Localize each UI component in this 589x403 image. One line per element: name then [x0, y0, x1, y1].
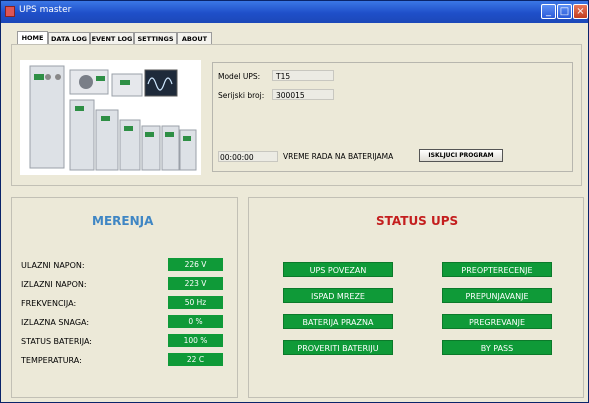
app-icon — [5, 6, 15, 17]
output-voltage-label: IZLAZNI NAPON: — [21, 280, 87, 289]
battery-time-field: 00:00:00 — [218, 151, 278, 162]
tab-home[interactable]: HOME — [17, 31, 48, 44]
serial-value-field: 300015 — [272, 89, 334, 100]
status-overload: PREOPTERECENJE — [442, 262, 552, 277]
battery-time-label: VREME RADA NA BATERIJAMA — [283, 152, 394, 161]
frequency-label: FREKVENCIJA: — [21, 299, 77, 308]
output-voltage-value: 223 V — [168, 277, 223, 290]
status-title: STATUS UPS — [376, 214, 459, 228]
exit-program-button[interactable]: ISKLJUCI PROGRAM — [419, 149, 503, 162]
battery-status-value: 100 % — [168, 334, 223, 347]
status-battery-empty: BATERIJA PRAZNA — [283, 314, 393, 329]
status-bypass: BY PASS — [442, 340, 552, 355]
maximize-button[interactable]: □ — [557, 4, 572, 19]
frequency-value: 50 Hz — [168, 296, 223, 309]
status-ups-connected: UPS POVEZAN — [283, 262, 393, 277]
tab-about[interactable]: ABOUT — [177, 32, 212, 44]
input-voltage-value: 226 V — [168, 258, 223, 271]
status-overcharge: PREPUNJAVANJE — [442, 288, 552, 303]
output-power-label: IZLAZNA SNAGA: — [21, 318, 90, 327]
status-overheat: PREGREVANJE — [442, 314, 552, 329]
minimize-button[interactable]: _ — [541, 4, 556, 19]
close-button[interactable]: × — [573, 4, 588, 19]
model-label: Model UPS: — [218, 72, 261, 81]
temperature-label: TEMPERATURA: — [21, 356, 82, 365]
ups-product-image — [20, 60, 201, 175]
temperature-value: 22 C — [168, 353, 223, 366]
tab-settings[interactable]: SETTINGS — [134, 32, 177, 44]
title-bar[interactable]: UPS master _ □ × — [1, 1, 588, 23]
status-mains-failure: ISPAD MREZE — [283, 288, 393, 303]
input-voltage-label: ULAZNI NAPON: — [21, 261, 85, 270]
status-check-battery: PROVERITI BATERIJU — [283, 340, 393, 355]
output-power-value: 0 % — [168, 315, 223, 328]
tab-event-log[interactable]: EVENT LOG — [90, 32, 134, 44]
battery-status-label: STATUS BATERIJA: — [21, 337, 93, 346]
model-value-field: T15 — [272, 70, 334, 81]
window-title: UPS master — [19, 5, 72, 15]
tab-data-log[interactable]: DATA LOG — [48, 32, 90, 44]
serial-label: Serijski broj: — [218, 91, 265, 100]
measurements-title: MERENJA — [92, 214, 154, 228]
